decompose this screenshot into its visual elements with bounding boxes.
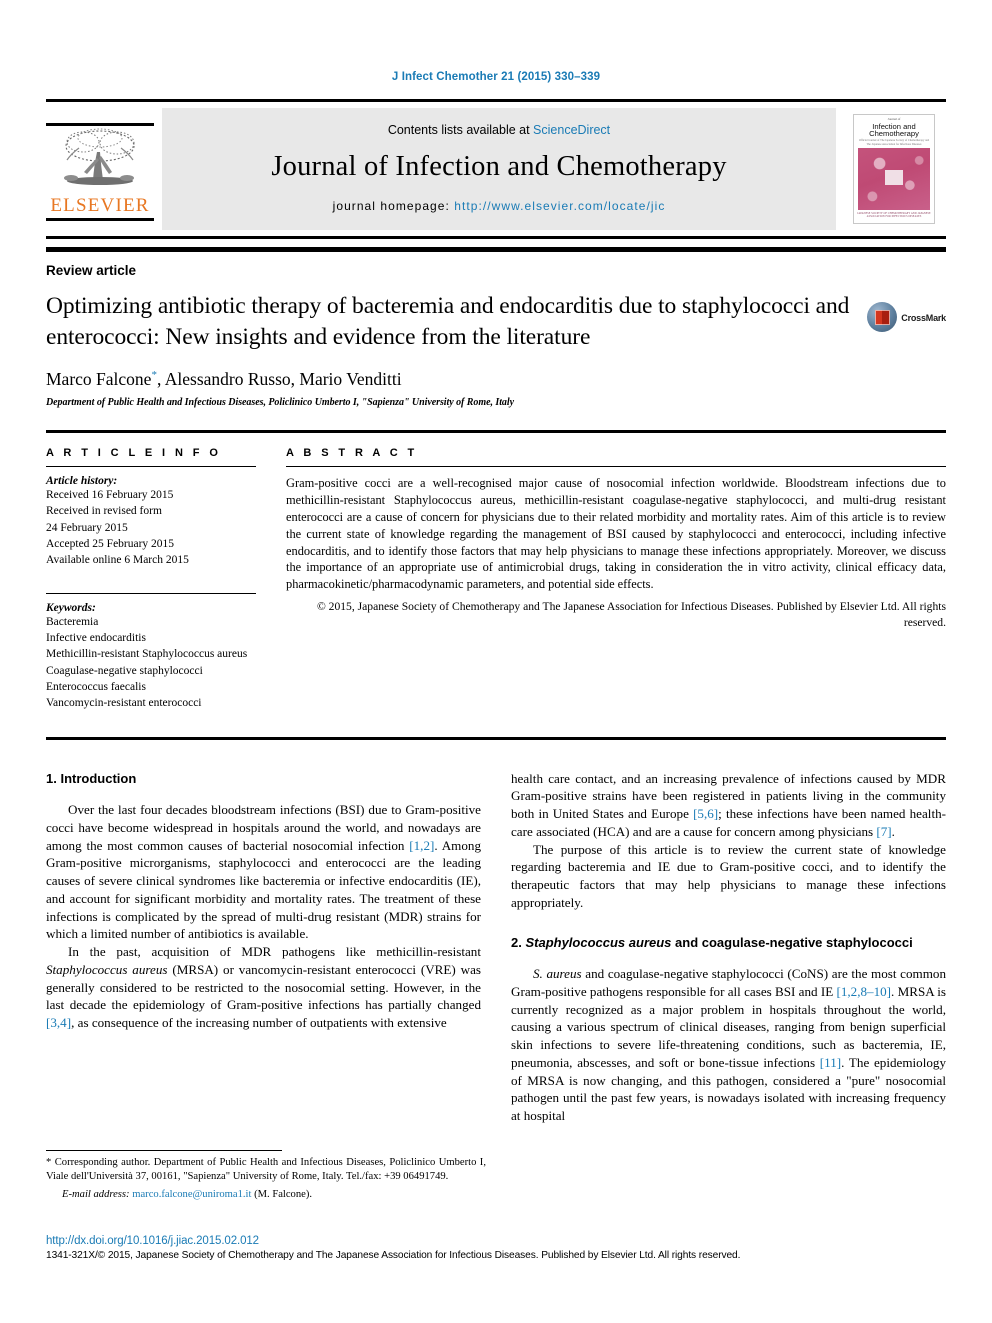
- page-title: Optimizing antibiotic therapy of bactere…: [46, 293, 850, 350]
- crossmark-icon: [867, 302, 898, 332]
- crossmark-wrap[interactable]: CrossMark: [867, 302, 946, 332]
- cover-artwork: [858, 148, 930, 210]
- paper-page: J Infect Chemother 21 (2015) 330–339 ELS…: [0, 0, 992, 1323]
- keywords-heading: Keywords:: [46, 601, 96, 614]
- email-link[interactable]: marco.falcone@uniroma1.it: [132, 1189, 251, 1200]
- elsevier-logo: ELSEVIER: [46, 102, 154, 236]
- keywords-rule: [46, 592, 256, 594]
- paragraph: The purpose of this article is to review…: [511, 841, 946, 910]
- abstract-rule: [286, 466, 946, 468]
- masthead-center: Contents lists available at ScienceDirec…: [162, 108, 836, 230]
- journal-title: Journal of Infection and Chemotherapy: [271, 151, 727, 182]
- cover-title: Infection and Chemotherapy: [869, 121, 919, 139]
- keyword-item: Enterococcus faecalis: [46, 681, 146, 694]
- doi-link[interactable]: http://dx.doi.org/10.1016/j.jiac.2015.02…: [46, 1235, 946, 1247]
- citation-ref[interactable]: [1,2,8–10]: [836, 984, 891, 999]
- keyword-item: Bacteremia: [46, 615, 99, 628]
- section-heading-staph: 2. Staphylococcus aureus and coagulase-n…: [511, 934, 946, 952]
- article-info-heading: A R T I C L E I N F O: [46, 447, 222, 460]
- issn-copyright-line: 1341-321X/© 2015, Japanese Society of Ch…: [46, 1250, 741, 1261]
- article-info-column: A R T I C L E I N F O Article history: R…: [46, 447, 278, 712]
- author-others: , Alessandro Russo, Mario Venditti: [156, 369, 402, 390]
- title-column: Optimizing antibiotic therapy of bactere…: [46, 278, 867, 408]
- logo-bottom-rule: [46, 217, 154, 221]
- footnote-area: * Corresponding author. Department of Pu…: [46, 1128, 486, 1200]
- homepage-prefix: journal homepage:: [332, 199, 455, 213]
- paragraph: In the past, acquisition of MDR pathogen…: [46, 943, 481, 1032]
- journal-masthead: ELSEVIER Contents lists available at Sci…: [46, 99, 946, 239]
- paragraph-text: . Among Gram-positive microrganisms, sta…: [46, 837, 482, 942]
- italic-species-name: S. aureus: [533, 966, 582, 982]
- article-history-heading: Article history:: [46, 475, 118, 488]
- body-column-right: health care contact, and an increasing p…: [511, 770, 946, 1125]
- author-primary: Marco Falcone: [46, 369, 152, 390]
- article-history-list: Received 16 February 2015 Received in re…: [46, 487, 256, 569]
- body-top-rule: [46, 736, 946, 740]
- citation-ref[interactable]: [7]: [876, 824, 891, 839]
- article-info-rule: [46, 466, 256, 468]
- section-heading-introduction: 1. Introduction: [46, 770, 137, 786]
- paragraph: health care contact, and an increasing p…: [511, 770, 946, 841]
- cover-footer-text: JAPANESE SOCIETY OF CHEMOTHERAPY AND JAP…: [857, 212, 931, 218]
- email-suffix: (M. Falcone).: [254, 1189, 313, 1201]
- italic-species-name: Staphylococcus aureus: [525, 934, 672, 950]
- email-label: E-mail address:: [62, 1189, 130, 1201]
- body-column-left: 1. Introduction Over the last four decad…: [46, 770, 481, 1125]
- title-top-rule: [46, 247, 946, 252]
- journal-homepage-line: journal homepage: http://www.elsevier.co…: [333, 199, 666, 213]
- email-note: E-mail address: marco.falcone@uniroma1.i…: [46, 1189, 486, 1200]
- title-row: Optimizing antibiotic therapy of bactere…: [46, 278, 946, 408]
- paragraph-text: .: [891, 823, 895, 839]
- history-item: 24 February 2015: [46, 521, 128, 534]
- history-item: Received 16 February 2015: [46, 489, 174, 502]
- citation-ref[interactable]: [1,2]: [409, 838, 434, 853]
- running-head: J Infect Chemother 21 (2015) 330–339: [391, 71, 601, 83]
- affiliation: Department of Public Health and Infectio…: [46, 397, 514, 409]
- info-abstract-area: A R T I C L E I N F O Article history: R…: [46, 447, 946, 712]
- italic-species-name: Staphylococcus aureus: [46, 961, 168, 977]
- paragraph-text: In the past, acquisition of MDR pathogen…: [68, 944, 481, 960]
- history-item: Accepted 25 February 2015: [46, 538, 175, 551]
- citation-ref[interactable]: [5,6]: [693, 806, 718, 821]
- paragraph: Over the last four decades bloodstream i…: [46, 801, 481, 943]
- info-top-rule: [46, 430, 946, 434]
- sciencedirect-link[interactable]: ScienceDirect: [533, 123, 610, 137]
- contents-prefix: Contents lists available at: [387, 123, 534, 137]
- paragraph: S. aureus and coagulase-negative staphyl…: [511, 965, 946, 1125]
- crossmark-block[interactable]: CrossMark: [867, 302, 946, 332]
- section-title-rest: and coagulase-negative staphylococci: [671, 934, 913, 950]
- elsevier-wordmark: ELSEVIER: [50, 194, 150, 216]
- paragraph-text: , as consequence of the increasing numbe…: [71, 1015, 447, 1031]
- citation-ref[interactable]: [3,4]: [46, 1015, 71, 1030]
- crossmark-book-glyph: [874, 309, 890, 325]
- abstract-heading: A B S T R A C T: [286, 447, 418, 460]
- body-columns: 1. Introduction Over the last four decad…: [46, 770, 946, 1125]
- history-item: Received in revised form: [46, 505, 162, 518]
- section-number: 2.: [511, 934, 526, 950]
- elsevier-tree-icon: [64, 128, 135, 185]
- keyword-item: Infective endocarditis: [46, 632, 146, 645]
- contents-lists-line: Contents lists available at ScienceDirec…: [388, 123, 610, 137]
- history-item: Available online 6 March 2015: [46, 554, 189, 567]
- keywords-list: Bacteremia Infective endocarditis Methic…: [46, 614, 256, 712]
- abstract-copyright: © 2015, Japanese Society of Chemotherapy…: [316, 600, 946, 630]
- corresponding-author-note: * Corresponding author. Department of Pu…: [46, 1157, 486, 1183]
- cover-subtitle: Official Journal of The Japanese Society…: [858, 139, 930, 146]
- journal-cover-thumbnail: Journal of Infection and Chemotherapy Of…: [842, 102, 946, 236]
- abstract-column: A B S T R A C T Gram-positive cocci are …: [278, 447, 946, 712]
- page-footer: http://dx.doi.org/10.1016/j.jiac.2015.02…: [46, 1235, 946, 1261]
- article-type-label: Review article: [46, 263, 137, 278]
- homepage-url-link[interactable]: http://www.elsevier.com/locate/jic: [454, 199, 665, 213]
- footnote-rule: [46, 1150, 282, 1151]
- citation-ref[interactable]: [11]: [820, 1055, 841, 1070]
- abstract-text: Gram-positive cocci are a well-recognise…: [286, 476, 946, 592]
- keyword-item: Coagulase-negative staphylococci: [46, 664, 203, 677]
- keyword-item: Methicillin-resistant Staphylococcus aur…: [46, 648, 248, 661]
- keyword-item: Vancomycin-resistant enterococci: [46, 697, 202, 710]
- cover-image: Journal of Infection and Chemotherapy Of…: [853, 114, 935, 224]
- author-list: Marco Falcone*, Alessandro Russo, Mario …: [46, 369, 857, 390]
- keywords-block: Keywords: Bacteremia Infective endocardi…: [46, 592, 256, 712]
- crossmark-label: CrossMark: [901, 313, 946, 323]
